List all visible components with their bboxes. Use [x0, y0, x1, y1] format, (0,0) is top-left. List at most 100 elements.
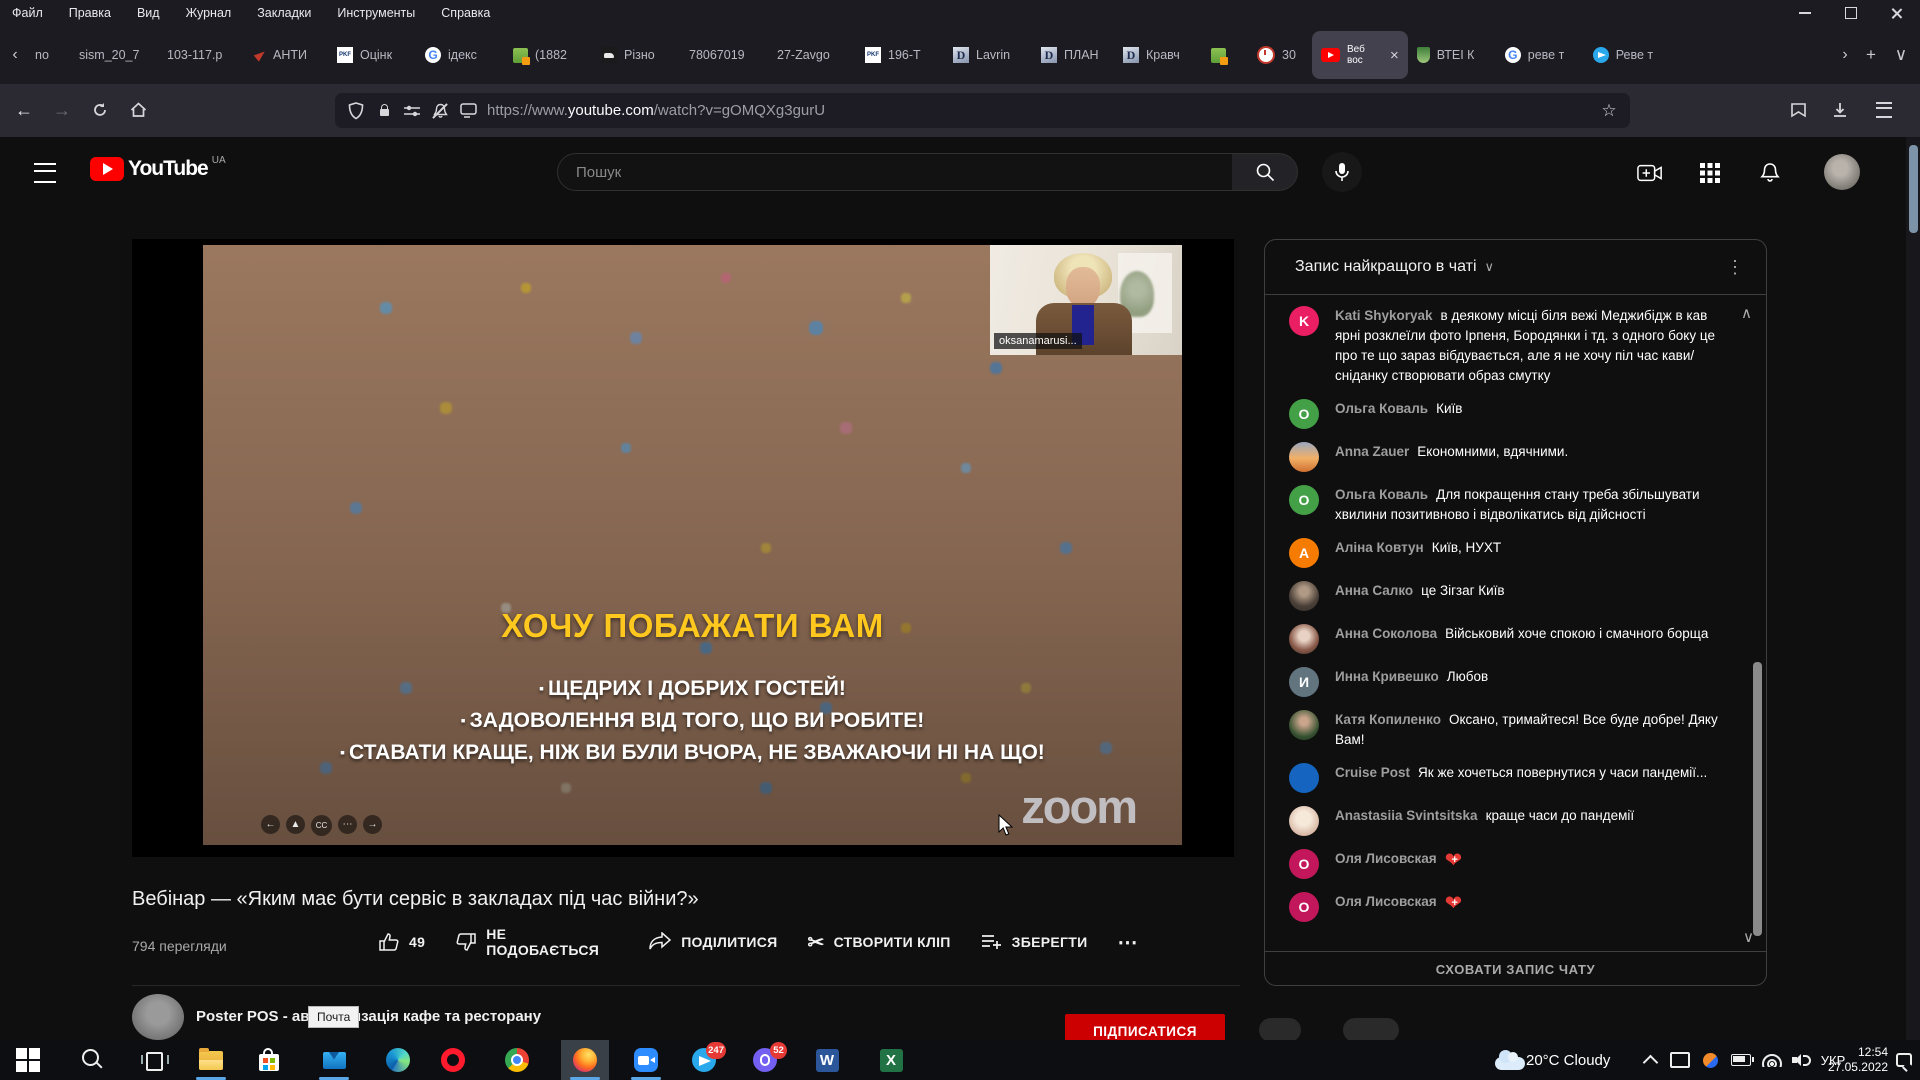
tab[interactable]: Різно — [592, 33, 680, 77]
guide-menu-icon[interactable] — [34, 163, 56, 183]
back-button[interactable]: ← — [8, 94, 40, 126]
tray-expand-icon[interactable] — [1638, 1040, 1662, 1080]
account-avatar[interactable] — [1824, 154, 1860, 190]
url-bar[interactable]: https://www.youtube.com/watch?v=gOMQXg3g… — [335, 93, 1630, 128]
tab[interactable]: Gреве т — [1496, 33, 1584, 77]
taskbar-search-icon[interactable] — [68, 1040, 116, 1080]
chat-dropdown-icon[interactable]: ∨ — [1485, 259, 1495, 275]
create-video-icon[interactable] — [1637, 160, 1663, 186]
weather-text[interactable]: 20°C Cloudy — [1526, 1040, 1630, 1080]
tab[interactable]: 78067019 — [680, 33, 768, 77]
chat-title[interactable]: Запис найкращого в чаті — [1295, 258, 1477, 276]
reload-button[interactable] — [84, 94, 116, 126]
menu-history[interactable]: Журнал — [186, 6, 232, 20]
lock-icon[interactable] — [375, 102, 393, 120]
tab[interactable]: (1882 — [504, 33, 592, 77]
share-button[interactable]: ПОДІЛИТИСЯ — [648, 932, 777, 952]
tablet-mode-icon[interactable] — [1668, 1040, 1692, 1080]
page-scrollbar[interactable] — [1906, 137, 1920, 1040]
slide-more-icon[interactable]: ⋯ — [338, 815, 357, 834]
search-button[interactable] — [1232, 153, 1298, 191]
tab[interactable]: ВТЕІ К — [1408, 33, 1496, 77]
minimize-button[interactable] — [1782, 0, 1828, 26]
menu-file[interactable]: Файл — [12, 6, 43, 20]
youtube-logo[interactable]: YouTube UA — [90, 157, 226, 181]
home-button[interactable] — [122, 94, 154, 126]
clip-button[interactable]: ✂ СТВОРИТИ КЛІП — [808, 930, 951, 955]
channel-name[interactable]: Poster POS - автоматизація кафе та ресто… — [196, 1008, 541, 1025]
weather-icon[interactable] — [1492, 1040, 1528, 1080]
menu-view[interactable]: Вид — [137, 6, 160, 20]
tab[interactable]: Gідекс — [416, 33, 504, 77]
slide-prev-icon[interactable]: ← — [261, 815, 280, 834]
downloads-icon[interactable] — [1824, 94, 1856, 126]
app-menu-icon[interactable] — [1868, 94, 1900, 126]
tab[interactable]: 103-117.p — [158, 33, 246, 77]
taskbar-mail-icon[interactable] — [310, 1040, 358, 1080]
chat-kebab-icon[interactable]: ⋮ — [1726, 257, 1744, 278]
taskbar-firefox-icon[interactable] — [561, 1040, 609, 1080]
tab[interactable]: PKFОцінк — [328, 33, 416, 77]
dislike-button[interactable]: НЕ ПОДОБАЄТЬСЯ — [455, 926, 618, 958]
forward-button[interactable]: → — [46, 94, 78, 126]
tab-scroll-left-icon[interactable]: ‹ — [4, 46, 26, 64]
tab[interactable]: Реве т — [1584, 33, 1672, 77]
hide-chat-button[interactable]: СХОВАТИ ЗАПИС ЧАТУ — [1265, 951, 1766, 986]
menu-bookmarks[interactable]: Закладки — [257, 6, 311, 20]
taskbar-store-icon[interactable] — [245, 1040, 293, 1080]
slide-next-icon[interactable]: → — [363, 815, 382, 834]
url-text[interactable]: https://www.youtube.com/watch?v=gOMQXg3g… — [487, 102, 1590, 119]
tab[interactable]: 30 — [1248, 33, 1312, 77]
apps-grid-icon[interactable] — [1697, 160, 1723, 186]
tab[interactable]: DLavrin — [944, 33, 1032, 77]
save-button[interactable]: ЗБЕРЕГТИ — [981, 933, 1088, 951]
tab-active-youtube[interactable]: Веб вос× — [1312, 31, 1408, 79]
tab[interactable]: DПЛАН — [1032, 33, 1114, 77]
taskbar-telegram-icon[interactable]: 247 — [680, 1040, 728, 1080]
voice-search-button[interactable] — [1322, 152, 1362, 192]
slide-cone-icon[interactable]: ▲ — [286, 815, 305, 834]
maximize-button[interactable] — [1828, 0, 1874, 26]
new-tab-button[interactable]: + — [1856, 45, 1886, 65]
video-player[interactable]: ХОЧУ ПОБАЖАТИ ВАМ ЩЕДРИХ І ДОБРИХ ГОСТЕЙ… — [132, 239, 1234, 857]
battery-icon[interactable] — [1728, 1040, 1754, 1080]
tab[interactable]: АНТИ — [246, 33, 328, 77]
chat-scrollbar-thumb[interactable] — [1753, 662, 1762, 936]
captions-icon[interactable]: CC — [311, 815, 332, 836]
taskbar-edge-icon[interactable] — [374, 1040, 422, 1080]
search-input[interactable] — [558, 164, 1232, 181]
taskbar-start-icon[interactable] — [4, 1040, 52, 1080]
notifications-bell-icon[interactable] — [1757, 160, 1783, 186]
list-tabs-icon[interactable]: ∨ — [1886, 45, 1916, 65]
shield-icon[interactable] — [347, 102, 365, 120]
taskbar-excel-icon[interactable]: X — [867, 1040, 915, 1080]
menu-edit[interactable]: Правка — [69, 6, 111, 20]
taskbar-zoom-app-icon[interactable] — [622, 1040, 670, 1080]
tab[interactable]: no — [26, 33, 70, 77]
tray-app-icon[interactable] — [1698, 1040, 1722, 1080]
more-actions-icon[interactable]: ⋯ — [1117, 930, 1137, 955]
tab[interactable]: DКравч — [1114, 33, 1202, 77]
tab-scroll-right-icon[interactable]: › — [1834, 46, 1856, 64]
close-button[interactable] — [1874, 0, 1920, 26]
permissions-icon[interactable] — [403, 102, 421, 120]
chat-scroll-up-icon[interactable]: ∧ — [1741, 304, 1752, 322]
tab-close-icon[interactable]: × — [1390, 47, 1399, 64]
wifi-icon[interactable] — [1760, 1040, 1784, 1080]
taskbar-chrome-icon[interactable] — [493, 1040, 541, 1080]
autoplay-blocked-icon[interactable] — [459, 102, 477, 120]
channel-avatar[interactable] — [132, 994, 184, 1040]
taskbar-explorer-icon[interactable] — [187, 1040, 235, 1080]
tab[interactable]: sism_20_7 — [70, 33, 158, 77]
save-page-icon[interactable] — [1782, 94, 1814, 126]
like-button[interactable]: 49 — [378, 931, 425, 953]
menu-help[interactable]: Справка — [441, 6, 490, 20]
menu-tools[interactable]: Инструменты — [337, 6, 415, 20]
tab[interactable]: 27-Zavgo — [768, 33, 856, 77]
notifications-blocked-icon[interactable] — [431, 102, 449, 120]
tab[interactable] — [1202, 33, 1248, 77]
taskbar-opera-icon[interactable] — [429, 1040, 477, 1080]
tab[interactable]: PKF196-Т — [856, 33, 944, 77]
action-center-icon[interactable] — [1892, 1040, 1916, 1080]
bookmark-star-icon[interactable]: ☆ — [1600, 102, 1618, 120]
